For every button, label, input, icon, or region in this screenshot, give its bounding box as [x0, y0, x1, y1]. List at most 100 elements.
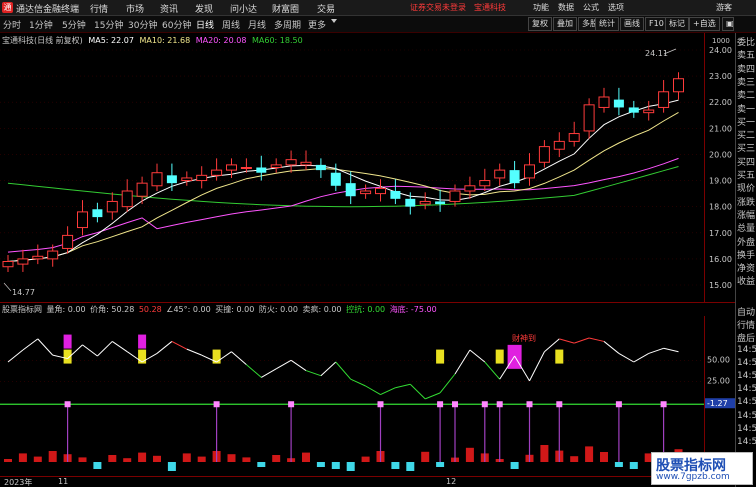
oscillator-segment — [365, 385, 381, 396]
candle-body-down — [92, 209, 103, 218]
oscillator-segment — [529, 351, 545, 382]
signal-marker — [526, 401, 533, 408]
menu-xuanxiang[interactable]: 选项 — [608, 2, 624, 13]
oscillator-segment — [246, 364, 262, 378]
menu-caifuquan[interactable]: 财富圈 — [272, 2, 299, 15]
mark-button[interactable]: 标记 — [665, 17, 689, 31]
indicator-angle45: ∠45°: 0.00 — [166, 305, 211, 314]
tab-1min[interactable]: 1分钟 — [29, 18, 53, 31]
menu-wenxiaoda[interactable]: 问小达 — [230, 2, 257, 15]
side-item[interactable]: 涨幅 — [737, 208, 756, 221]
kline-y-label: 24.00 — [709, 46, 732, 55]
side-tick-item[interactable]: 行情 — [737, 318, 756, 331]
volume-bar-down — [510, 462, 519, 469]
menu-gongshi[interactable]: 公式 — [583, 2, 599, 13]
menu-hangqing[interactable]: 行情 — [90, 2, 108, 15]
side-item[interactable]: 买一 — [737, 115, 756, 128]
oscillator-segment — [112, 341, 128, 353]
kline-y-label: 17.00 — [709, 229, 732, 238]
kline-y-label: 16.00 — [709, 255, 732, 264]
side-item[interactable]: 买三 — [737, 141, 756, 154]
oscillator-segment — [350, 378, 366, 387]
side-tick-item[interactable]: 盘后 — [737, 331, 756, 344]
volume-bar-down — [346, 462, 355, 471]
tab-30min[interactable]: 30分钟 — [128, 18, 157, 31]
side-tick-item[interactable]: 14:5 — [737, 345, 756, 355]
signal-block-yellow — [555, 349, 564, 364]
candle-body-up — [300, 161, 312, 166]
menu-shichang[interactable]: 市场 — [126, 2, 144, 15]
side-tick-item[interactable]: 14:5 — [737, 358, 756, 368]
tab-weekly[interactable]: 周线 — [222, 18, 240, 31]
add-favorite-button[interactable]: +自选 — [689, 17, 720, 31]
candle-body-up — [181, 177, 193, 182]
statistics-button[interactable]: 统计 — [595, 17, 619, 31]
oscillator-segment — [484, 361, 501, 380]
side-item[interactable]: 换手 — [737, 248, 756, 261]
side-item[interactable]: 总量 — [737, 221, 756, 234]
date-label-year: 2023年 — [4, 478, 33, 487]
side-tick-item[interactable]: 14:5 — [737, 371, 756, 381]
indicator-jiajiao-value: 50.28 — [138, 305, 162, 314]
oscillator-segment — [588, 337, 605, 342]
side-item[interactable]: 涨跌 — [737, 195, 756, 208]
side-item[interactable]: 收益 — [737, 274, 756, 287]
tab-daily[interactable]: 日线 — [196, 18, 214, 31]
side-item[interactable]: 买五 — [737, 168, 756, 181]
candle-body-up — [106, 200, 118, 213]
panel-toggle-icon[interactable]: ▣ — [722, 17, 734, 31]
candle-body-up — [494, 169, 506, 179]
signal-block-magenta — [138, 334, 147, 349]
menu-jiaoyi[interactable]: 交易 — [317, 2, 335, 15]
login-warning[interactable]: 证券交易未登录 — [410, 2, 466, 13]
tab-15min[interactable]: 15分钟 — [94, 18, 123, 31]
indicator-chart[interactable]: 50.00 25.00 -1.27 财神到 — [0, 316, 735, 477]
tab-multi-period[interactable]: 多周期 — [274, 18, 301, 31]
side-item[interactable]: 委比 — [737, 35, 756, 48]
restore-rights-button[interactable]: 复权 — [528, 17, 552, 31]
volume-bar-down — [614, 462, 623, 467]
candle-body-up — [464, 185, 476, 192]
menu-gongneng[interactable]: 功能 — [533, 2, 549, 13]
volume-bar-up — [540, 445, 549, 462]
menu-faxian[interactable]: 发现 — [195, 2, 213, 15]
side-item[interactable]: 买四 — [737, 155, 756, 168]
side-item[interactable]: 外盘 — [737, 235, 756, 248]
side-item[interactable]: 卖二 — [737, 88, 756, 101]
menu-zixun[interactable]: 资讯 — [160, 2, 178, 15]
menu-youke[interactable]: 游客 — [716, 2, 732, 13]
kline-chart[interactable]: 24.00 23.00 22.00 21.00 20.00 19.00 18.00 17.00… — [0, 33, 735, 303]
side-tick-item[interactable]: 14:5 — [737, 437, 756, 447]
more-dropdown-icon[interactable] — [331, 19, 337, 23]
tab-60min[interactable]: 60分钟 — [162, 18, 191, 31]
side-tick-item[interactable]: 14:5 — [737, 424, 756, 434]
side-tick-item[interactable]: 14:5 — [737, 384, 756, 394]
side-tick-item[interactable]: 14:5 — [737, 397, 756, 407]
side-item[interactable]: 现价 — [737, 181, 756, 194]
candle-body-up — [375, 187, 386, 195]
overlay-button[interactable]: 叠加 — [553, 17, 577, 31]
tab-monthly[interactable]: 月线 — [248, 18, 266, 31]
tab-5min[interactable]: 5分钟 — [62, 18, 86, 31]
volume-bar-up — [18, 453, 27, 462]
side-tick-item[interactable]: 自动 — [737, 305, 756, 318]
side-item[interactable]: 买二 — [737, 128, 756, 141]
side-item[interactable]: 卖三 — [737, 75, 756, 88]
side-tick-item[interactable]: 14:5 — [737, 411, 756, 421]
side-item[interactable]: 卖四 — [737, 62, 756, 75]
volume-bar-down — [316, 462, 325, 467]
volume-bar-down — [391, 462, 400, 469]
oscillator-segment — [171, 340, 188, 350]
volume-bar-down — [406, 462, 415, 471]
side-item[interactable]: 卖五 — [737, 48, 756, 61]
side-item[interactable]: 卖一 — [737, 102, 756, 115]
side-item[interactable]: 净资 — [737, 261, 756, 274]
tab-fenshi[interactable]: 分时 — [3, 18, 21, 31]
volume-bar-up — [123, 458, 132, 462]
draw-line-button[interactable]: 画线 — [620, 17, 644, 31]
tab-more[interactable]: 更多 — [308, 18, 326, 31]
volume-bar-down — [331, 462, 340, 469]
oscillator-segment — [320, 361, 337, 377]
menu-shuju[interactable]: 数据 — [558, 2, 574, 13]
oscillator-segment — [82, 344, 98, 357]
